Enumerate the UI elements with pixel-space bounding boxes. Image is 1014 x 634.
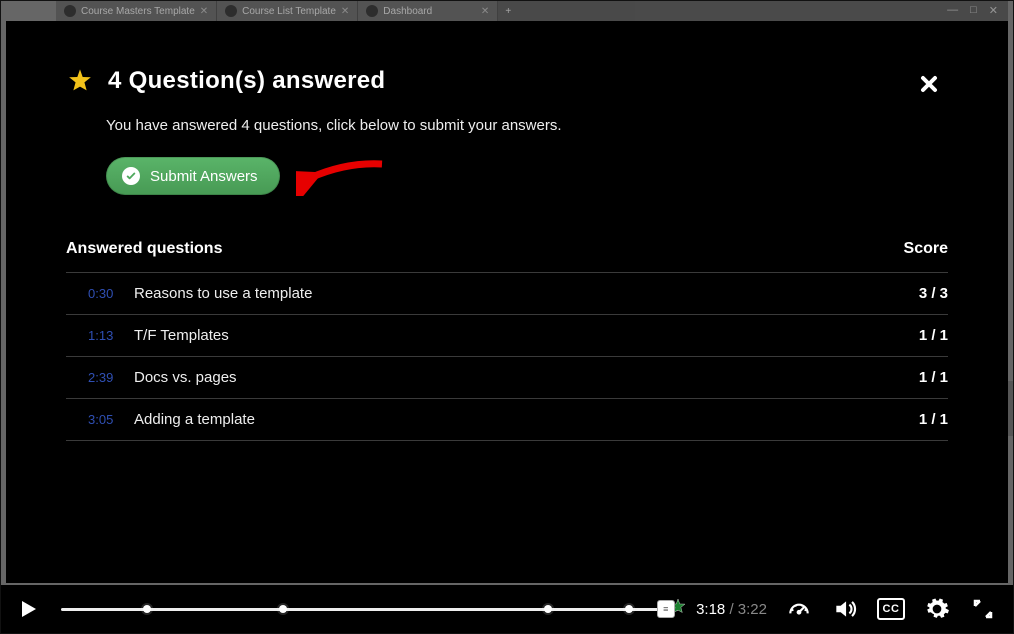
close-overlay-button[interactable] xyxy=(914,69,944,99)
close-icon xyxy=(919,74,939,94)
star-icon xyxy=(66,67,94,95)
volume-button[interactable] xyxy=(831,595,859,623)
volume-icon xyxy=(832,596,858,622)
check-circle-icon xyxy=(122,167,140,185)
fullscreen-button[interactable] xyxy=(969,595,997,623)
overlay-title: 4 Question(s) answered xyxy=(108,67,385,95)
question-title: T/F Templates xyxy=(134,327,919,344)
browser-tab[interactable]: Course Masters Template ✕ xyxy=(56,1,217,21)
cc-icon: CC xyxy=(877,598,905,620)
minimize-icon[interactable]: — xyxy=(947,4,958,17)
question-title: Reasons to use a template xyxy=(134,285,919,302)
tab-close-icon[interactable]: ✕ xyxy=(341,6,349,17)
question-timestamp[interactable]: 3:05 xyxy=(88,412,134,427)
favicon-icon xyxy=(64,5,76,17)
play-button[interactable] xyxy=(13,594,43,624)
favicon-icon xyxy=(366,5,378,17)
submit-answers-button[interactable]: Submit Answers xyxy=(106,157,280,195)
time-display: 3:18 / 3:22 xyxy=(696,601,767,618)
quiz-results-overlay: 4 Question(s) answered You have answered… xyxy=(6,21,1008,583)
playback-speed-button[interactable] xyxy=(785,595,813,623)
gauge-icon xyxy=(786,596,812,622)
question-score: 1 / 1 xyxy=(919,411,948,428)
question-timestamp[interactable]: 2:39 xyxy=(88,370,134,385)
question-title: Docs vs. pages xyxy=(134,369,919,386)
tab-title: Dashboard xyxy=(383,6,432,17)
gear-icon xyxy=(924,596,950,622)
question-timestamp[interactable]: 0:30 xyxy=(88,286,134,301)
window: Course Masters Template ✕ Course List Tem… xyxy=(0,0,1014,634)
question-marker-icon[interactable] xyxy=(544,605,552,613)
question-row[interactable]: 1:13 T/F Templates 1 / 1 xyxy=(66,314,948,356)
tab-close-icon[interactable]: ✕ xyxy=(200,6,208,17)
tab-title: Course Masters Template xyxy=(81,6,195,17)
current-time: 3:18 xyxy=(696,601,725,618)
answered-questions-header: Answered questions xyxy=(66,240,222,258)
progress-track: ≡ xyxy=(61,608,678,611)
video-player-bar: ≡ 3:18 / 3:22 CC xyxy=(1,585,1013,633)
progress-bar[interactable]: ≡ xyxy=(61,599,678,619)
browser-tabstrip: Course Masters Template ✕ Course List Tem… xyxy=(56,1,1008,21)
question-score: 1 / 1 xyxy=(919,327,948,344)
question-marker-icon[interactable] xyxy=(279,605,287,613)
window-controls: — □ ✕ xyxy=(947,4,998,17)
question-row[interactable]: 3:05 Adding a template 1 / 1 xyxy=(66,398,948,441)
settings-button[interactable] xyxy=(923,595,951,623)
duration-time: 3:22 xyxy=(738,601,767,618)
question-list: 0:30 Reasons to use a template 3 / 3 1:1… xyxy=(66,272,948,441)
annotation-arrow-icon xyxy=(296,156,386,196)
play-icon xyxy=(16,597,40,621)
fullscreen-icon xyxy=(971,597,995,621)
question-timestamp[interactable]: 1:13 xyxy=(88,328,134,343)
submit-label: Submit Answers xyxy=(150,168,258,185)
closed-captions-button[interactable]: CC xyxy=(877,595,905,623)
close-window-icon[interactable]: ✕ xyxy=(989,4,998,17)
overlay-subtitle: You have answered 4 questions, click bel… xyxy=(106,117,948,134)
question-marker-icon[interactable] xyxy=(625,605,633,613)
progress-handle[interactable]: ≡ xyxy=(657,600,675,618)
browser-tab[interactable]: Dashboard ✕ xyxy=(358,1,498,21)
maximize-icon[interactable]: □ xyxy=(970,4,977,17)
question-score: 3 / 3 xyxy=(919,285,948,302)
tab-title: Course List Template xyxy=(242,6,336,17)
question-title: Adding a template xyxy=(134,411,919,428)
progress-markers xyxy=(61,608,678,611)
tab-close-icon[interactable]: ✕ xyxy=(481,6,489,17)
question-score: 1 / 1 xyxy=(919,369,948,386)
question-row[interactable]: 2:39 Docs vs. pages 1 / 1 xyxy=(66,356,948,398)
question-row[interactable]: 0:30 Reasons to use a template 3 / 3 xyxy=(66,272,948,314)
score-header: Score xyxy=(904,240,948,258)
new-tab-button[interactable]: + xyxy=(498,6,518,17)
favicon-icon xyxy=(225,5,237,17)
browser-tab[interactable]: Course List Template ✕ xyxy=(217,1,358,21)
question-marker-icon[interactable] xyxy=(143,605,151,613)
